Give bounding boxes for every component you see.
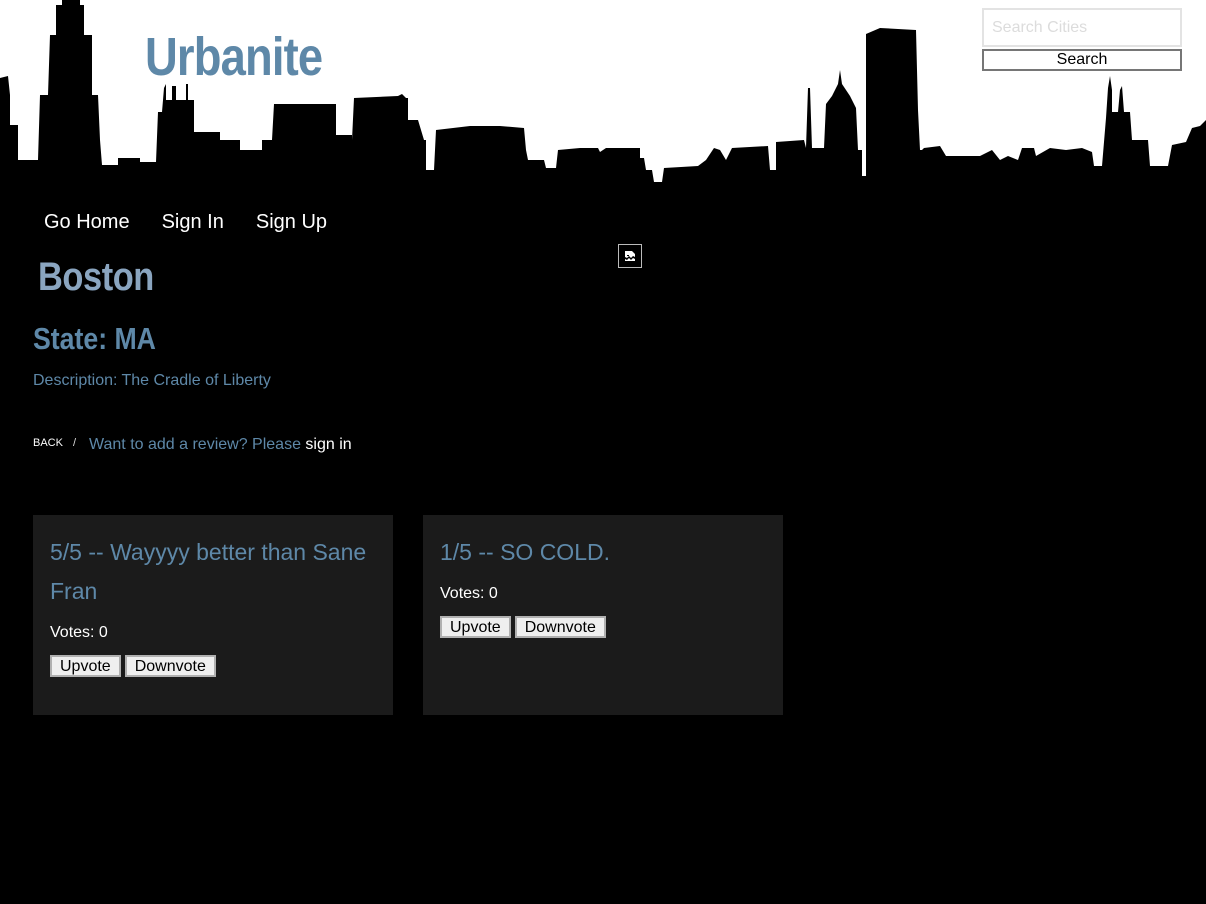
city-state: State: MA bbox=[33, 321, 156, 356]
vote-buttons: Upvote Downvote bbox=[440, 616, 766, 638]
broken-image-icon bbox=[618, 244, 642, 268]
city-name: Boston bbox=[38, 255, 154, 299]
sign-in-link[interactable]: sign in bbox=[305, 436, 351, 453]
site-logo[interactable]: Urbanite bbox=[145, 22, 323, 92]
page: Urbanite Search Go Home Sign In Sign Up … bbox=[0, 0, 1206, 904]
search-button[interactable]: Search bbox=[982, 49, 1182, 71]
review-card: 1/5 -- SO COLD. Votes: 0 Upvote Downvote bbox=[423, 515, 783, 715]
upvote-button[interactable]: Upvote bbox=[50, 655, 121, 677]
description-text: The Cradle of Liberty bbox=[121, 372, 271, 389]
nav-go-home[interactable]: Go Home bbox=[28, 206, 146, 238]
main-nav: Go Home Sign In Sign Up bbox=[28, 206, 343, 238]
description-label: Description: bbox=[33, 372, 118, 389]
search-input[interactable] bbox=[982, 8, 1182, 47]
review-title: 5/5 -- Wayyyy better than Sane Fran bbox=[50, 539, 367, 604]
review-votes: Votes: 0 bbox=[440, 585, 498, 602]
nav-sign-in[interactable]: Sign In bbox=[146, 206, 240, 238]
nav-sign-up[interactable]: Sign Up bbox=[240, 206, 343, 238]
breadcrumb-separator: / bbox=[73, 437, 77, 449]
upvote-button[interactable]: Upvote bbox=[440, 616, 511, 638]
city-description: Description: The Cradle of Liberty bbox=[33, 371, 271, 391]
downvote-button[interactable]: Downvote bbox=[514, 616, 606, 638]
review-card: 5/5 -- Wayyyy better than Sane Fran Vote… bbox=[33, 515, 393, 715]
downvote-button[interactable]: Downvote bbox=[124, 655, 216, 677]
review-signin-prompt: Want to add a review? Please sign in bbox=[89, 436, 352, 454]
review-prompt-text: Want to add a review? Please bbox=[89, 436, 301, 453]
review-votes: Votes: 0 bbox=[50, 624, 108, 641]
review-title: 1/5 -- SO COLD. bbox=[440, 539, 610, 565]
back-link[interactable]: BACK bbox=[33, 437, 63, 449]
vote-buttons: Upvote Downvote bbox=[50, 655, 376, 677]
